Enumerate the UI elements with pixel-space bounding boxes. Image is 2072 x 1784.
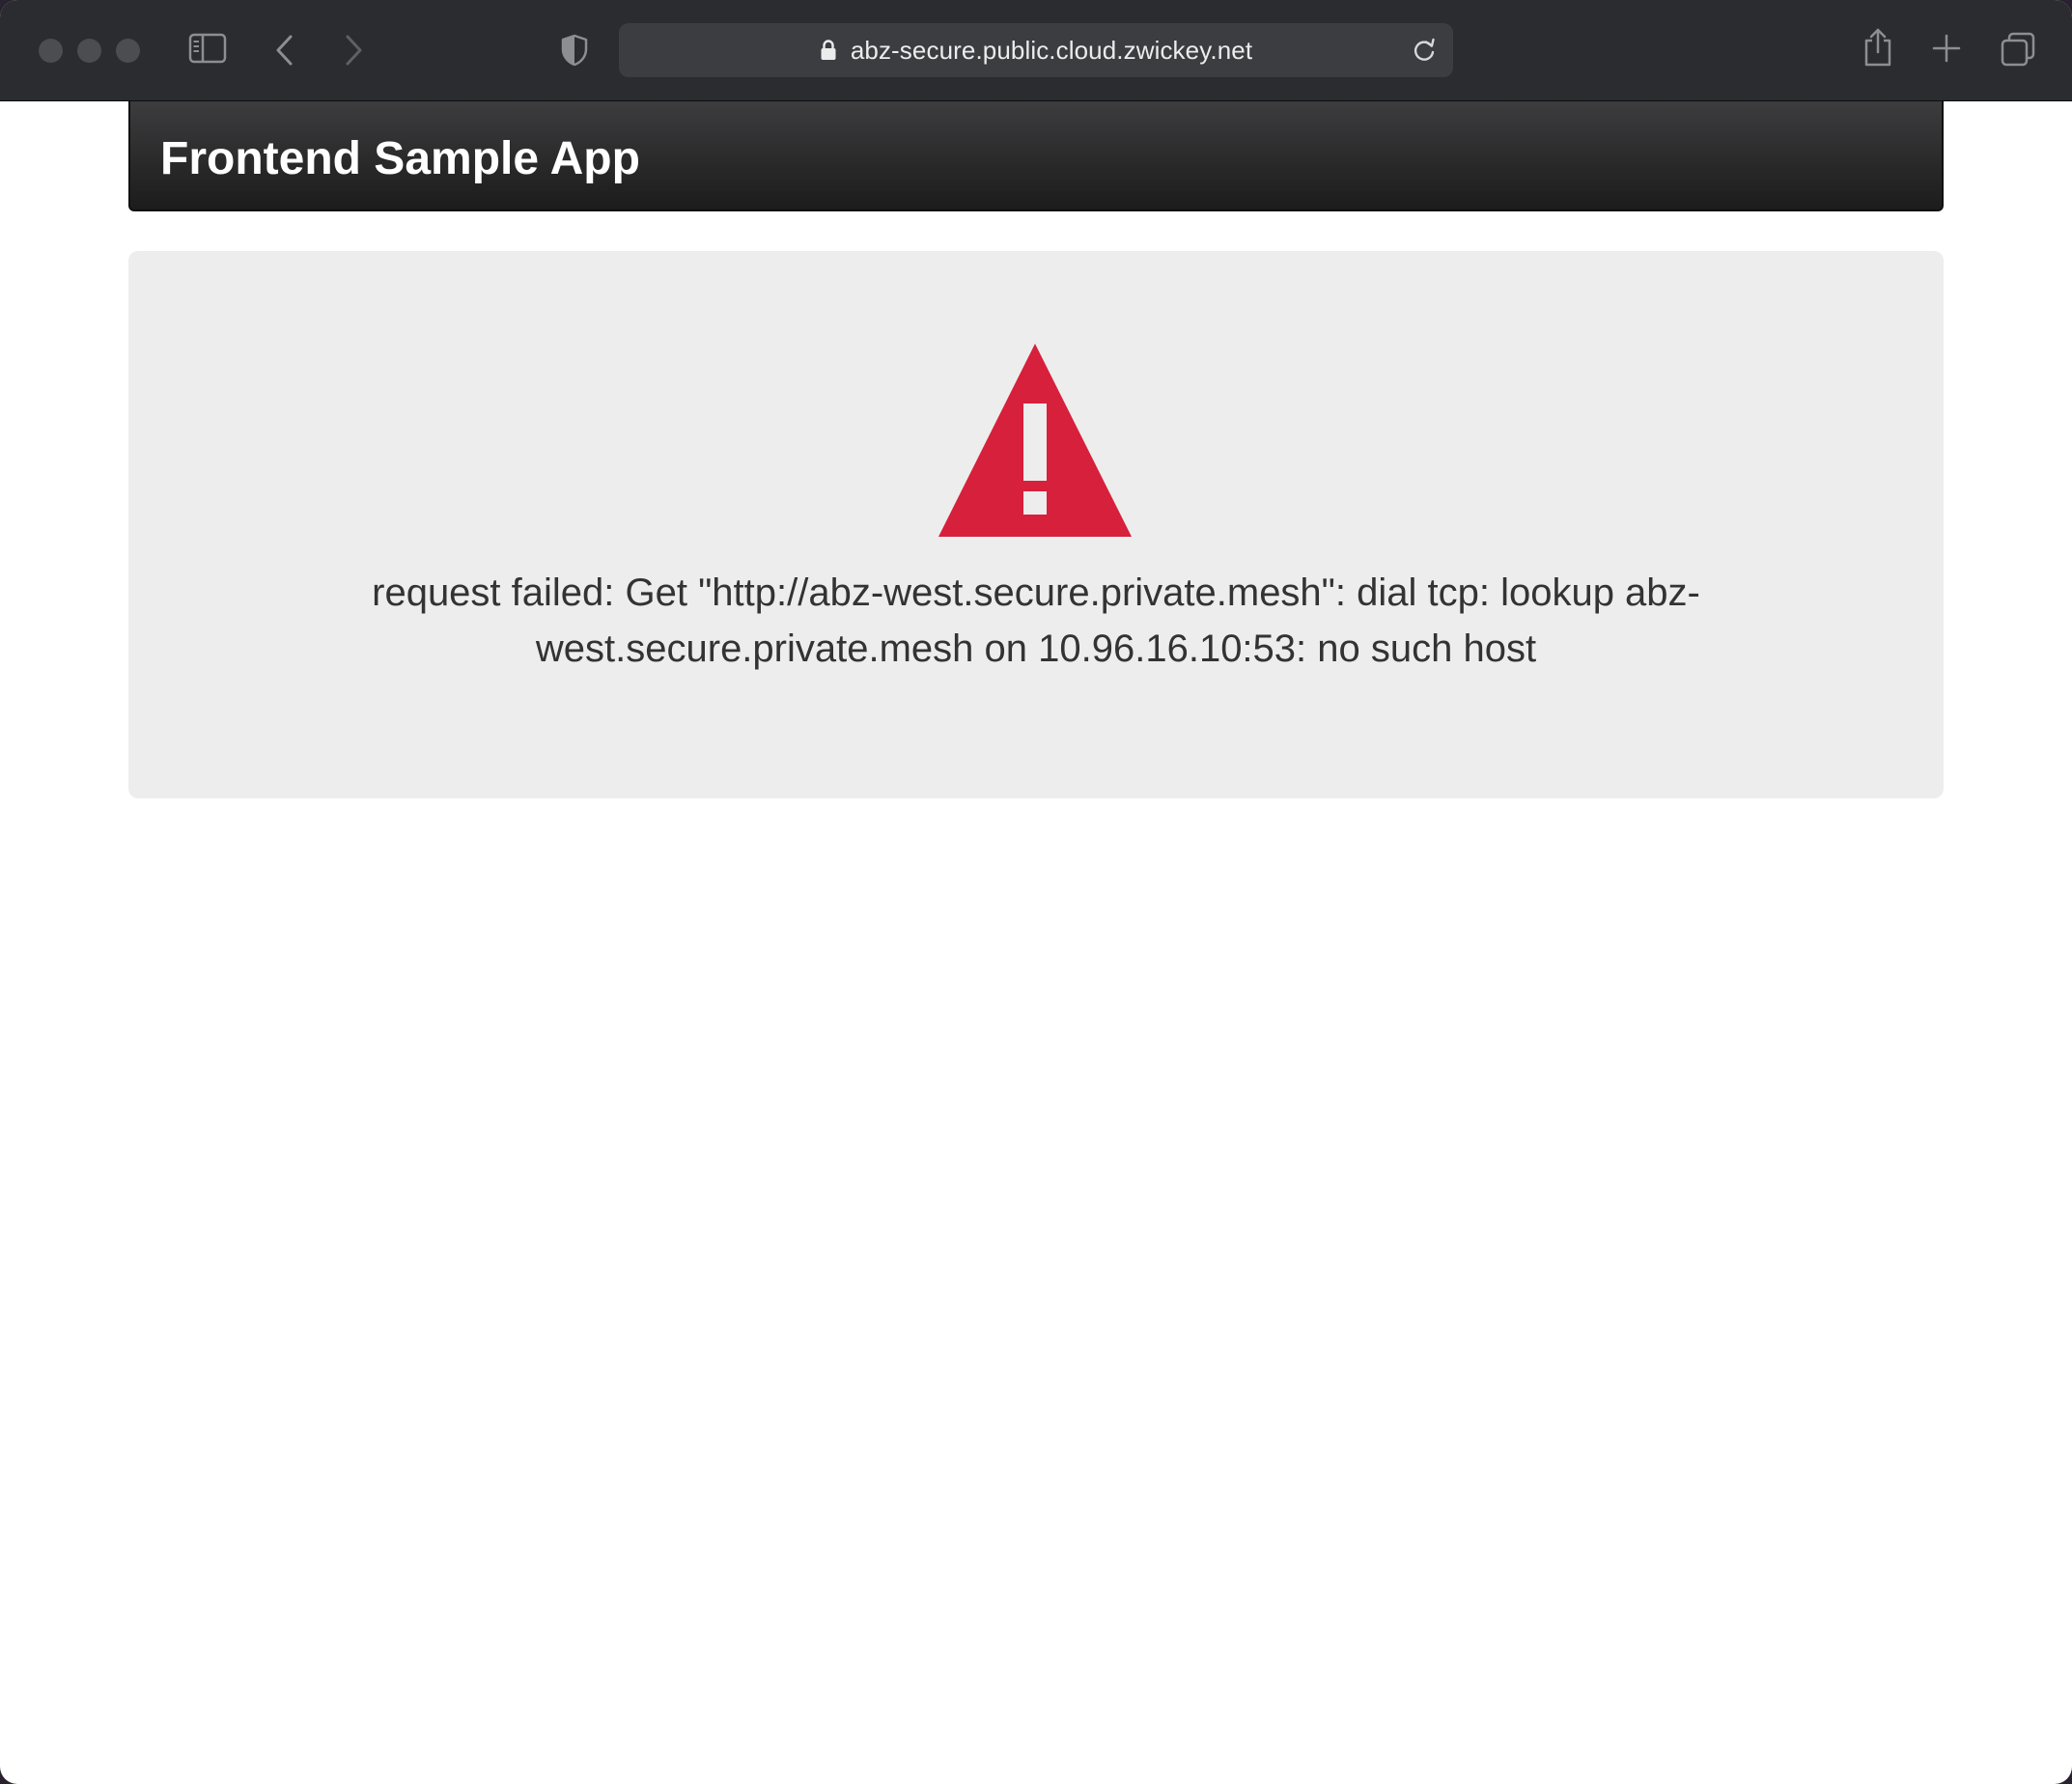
back-button[interactable] — [273, 33, 296, 68]
new-tab-button[interactable] — [1931, 33, 1962, 64]
warning-triangle-icon — [938, 344, 1132, 537]
address-bar[interactable]: abz-secure.public.cloud.zwickey.net — [619, 23, 1453, 77]
window-close-button[interactable] — [39, 39, 63, 63]
app-brand[interactable]: Frontend Sample App — [160, 136, 640, 182]
lock-icon — [821, 40, 836, 60]
app-navbar: Frontend Sample App — [128, 101, 1944, 211]
window-minimize-button[interactable] — [77, 39, 101, 63]
url-text[interactable]: abz-secure.public.cloud.zwickey.net — [851, 36, 1252, 66]
browser-toolbar: abz-secure.public.cloud.zwickey.net — [0, 0, 2072, 101]
reload-icon[interactable] — [1411, 37, 1438, 64]
share-icon[interactable] — [1862, 27, 1894, 68]
error-panel: request failed: Get "http://abz-west.sec… — [128, 251, 1944, 798]
forward-button[interactable] — [342, 33, 365, 68]
sidebar-icon[interactable] — [188, 33, 227, 66]
error-message: request failed: Get "http://abz-west.sec… — [372, 571, 1700, 670]
tabs-overview-button[interactable] — [2000, 31, 2036, 68]
browser-window: abz-secure.public.cloud.zwickey.net Fron… — [0, 0, 2072, 1784]
window-zoom-button[interactable] — [116, 39, 140, 63]
privacy-shield-icon[interactable] — [560, 33, 589, 68]
